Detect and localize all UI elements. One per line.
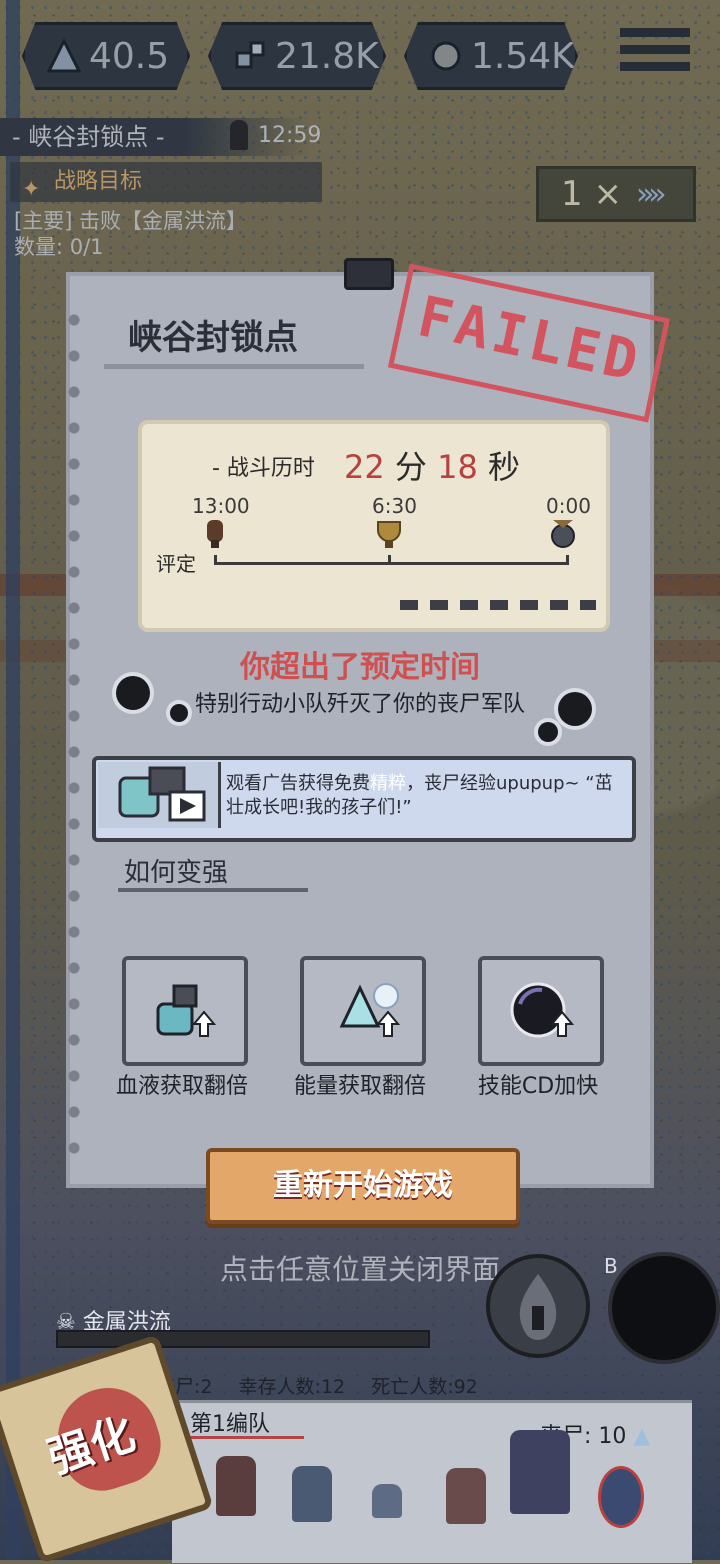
bullet-hole-icon: [116, 676, 150, 710]
bullet-hole-icon: [538, 722, 558, 742]
trophy-icon: [377, 521, 401, 548]
tip-label: 血液获取翻倍: [115, 1074, 248, 1099]
tip-label: 能量获取翻倍: [293, 1074, 426, 1099]
zombie-unit[interactable]: [372, 1484, 402, 1518]
tip-blood-double[interactable]: [122, 956, 248, 1066]
track-tick: [388, 555, 391, 565]
survivor-count: 幸存人数:12: [238, 1376, 346, 1398]
death-count: 死亡人数:92: [371, 1376, 478, 1398]
zombie-unit[interactable]: [598, 1466, 644, 1528]
fail-message: 你超出了预定时间: [240, 650, 480, 685]
zombie-unit[interactable]: [216, 1456, 256, 1516]
fail-subtitle: 特别行动小队歼灭了你的丧尸军队: [194, 692, 525, 717]
paper-clip-icon: [344, 258, 394, 290]
tip-label: 技能CD加快: [477, 1074, 599, 1099]
skill-orb-icon: [510, 982, 575, 1038]
video-ad-icon: [98, 762, 221, 828]
track-tick: [214, 555, 217, 565]
skill-key-label: B: [604, 1254, 618, 1278]
blood-vial-icon: [156, 984, 217, 1037]
howto-heading: 如何变强: [124, 858, 229, 888]
tip-skill-cd[interactable]: [478, 956, 604, 1066]
ad-description: 观看广告获得免费精粹，丧尸经验upupup~ “茁壮成长吧!我的孩子们!”: [226, 772, 626, 820]
minutes-value: 22: [344, 448, 385, 486]
seconds-unit: 秒: [487, 448, 520, 486]
bronze-medal-icon: [207, 520, 223, 548]
restart-game-button[interactable]: 重新开始游戏: [206, 1148, 520, 1224]
zombie-unit[interactable]: [510, 1430, 570, 1514]
tick-label: 13:00: [192, 494, 250, 518]
zombie-unit[interactable]: [446, 1468, 486, 1524]
grade-label: 评定: [156, 552, 196, 576]
battle-time-value: 22 分 18 秒: [344, 442, 520, 488]
ad-text-highlight: 精粹: [370, 773, 406, 794]
energy-crystal-icon: [339, 983, 401, 1037]
zombie-unit[interactable]: [292, 1466, 332, 1522]
skill-button-b[interactable]: [608, 1252, 720, 1364]
track-tick: [566, 555, 569, 565]
seconds-value: 18: [437, 448, 478, 486]
boss-health-bar: [56, 1330, 430, 1348]
flame-skill-icon: [519, 1274, 557, 1340]
skill-button-a[interactable]: [486, 1254, 590, 1358]
title-underline: [104, 364, 364, 369]
tick-label: 0:00: [546, 494, 591, 518]
progress-dashes: [400, 600, 596, 610]
tip-energy-double[interactable]: [300, 956, 426, 1066]
ad-text-part: 观看广告获得免费: [226, 773, 370, 794]
notebook-holes: [66, 302, 82, 1162]
minutes-unit: 分: [394, 448, 427, 486]
energy-icon: ▲: [633, 1424, 651, 1449]
tick-label: 6:30: [372, 494, 417, 518]
skull-medal-icon: [551, 520, 575, 548]
result-title: 峡谷封锁点: [128, 318, 298, 358]
grade-track: [214, 562, 568, 565]
battle-stats: 丧尸:2 幸存人数:12 死亡人数:92: [156, 1372, 498, 1399]
howto-underline: [118, 888, 308, 892]
squad-underline: [184, 1436, 304, 1439]
battle-time-label: - 战斗历时: [212, 456, 315, 481]
bullet-hole-icon: [170, 704, 188, 722]
squad-name[interactable]: 第1编队: [190, 1406, 270, 1438]
bullet-hole-icon: [558, 692, 592, 726]
